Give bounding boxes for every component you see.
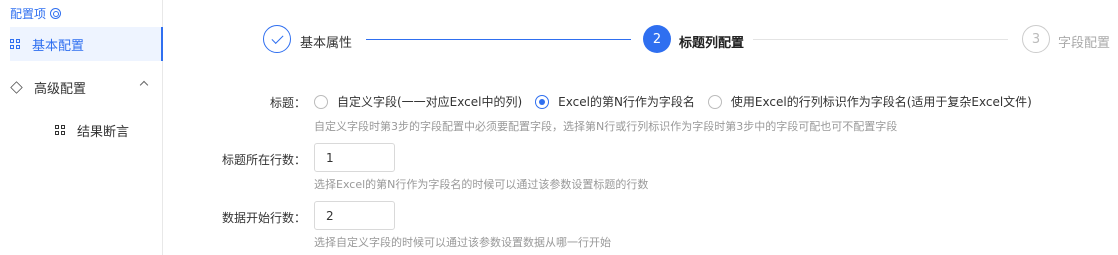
radio-label[interactable]: Excel的第N行作为字段名 — [558, 93, 695, 110]
sidebar-item-label: 基本配置 — [32, 38, 85, 54]
title-label: 标题： — [269, 96, 306, 110]
step-3-label[interactable]: 字段配置 — [1058, 32, 1110, 51]
data-start-label: 数据开始行数： — [221, 211, 306, 225]
radio-button[interactable] — [314, 94, 328, 109]
radio-label[interactable]: 自定义字段(一一对应Excel中的列) — [337, 93, 522, 110]
step-3-circle[interactable]: 3 — [1022, 25, 1050, 53]
step-2-number: 2 — [652, 31, 662, 47]
step-2-circle[interactable]: 2 — [643, 25, 671, 53]
step-1-label[interactable]: 基本属性 — [300, 32, 352, 51]
sidebar: 配置项 基本配置 高级配置 结果断言 — [0, 0, 163, 255]
title-row-hint: 选择Excel的第N行作为字段名的时候可以通过该参数设置标题的行数 — [314, 178, 649, 191]
sidebar-item-basic-config[interactable]: 基本配置 — [10, 27, 163, 61]
data-start-value: 2 — [326, 208, 334, 223]
step-connector-done — [366, 39, 631, 40]
title-mode-radio-group: 自定义字段(一一对应Excel中的列) Excel的第N行作为字段名 使用Exc… — [314, 93, 1045, 110]
config-page: 配置项 基本配置 高级配置 结果断言 基本属性 2 标题列配置 3 字段配置 标… — [0, 0, 1118, 255]
step-3-number: 3 — [1031, 31, 1041, 47]
data-start-hint: 选择自定义字段的时候可以通过该参数设置数据从哪一行开始 — [314, 236, 611, 249]
radio-option-row-column[interactable]: 使用Excel的行列标识作为字段名(适用于复杂Excel文件) — [707, 93, 1032, 110]
title-row-value: 1 — [326, 150, 334, 165]
cube-icon — [10, 80, 23, 94]
settings-icon[interactable] — [50, 8, 62, 19]
check-icon — [270, 31, 284, 44]
sidebar-item-label: 高级配置 — [34, 81, 87, 97]
radio-button[interactable] — [707, 94, 722, 109]
sidebar-item-advanced-config[interactable]: 高级配置 — [10, 70, 163, 104]
grid-icon — [10, 38, 21, 50]
radio-option-custom[interactable]: 自定义字段(一一对应Excel中的列) — [314, 93, 522, 110]
title-row-input[interactable]: 1 — [314, 143, 395, 172]
step-connector-wait — [753, 39, 1008, 40]
sidebar-item-result-assert[interactable]: 结果断言 — [55, 113, 163, 147]
sidebar-title: 配置项 — [10, 5, 62, 22]
sidebar-title-label: 配置项 — [10, 7, 47, 21]
radio-label[interactable]: 使用Excel的行列标识作为字段名(适用于复杂Excel文件) — [731, 93, 1032, 110]
data-start-input[interactable]: 2 — [314, 201, 395, 230]
title-row-label: 标题所在行数： — [221, 153, 306, 167]
step-1-circle[interactable] — [263, 25, 291, 53]
title-hint: 自定义字段时第3步的字段配置中必须要配置字段，选择第N行或行列标识作为字段时第3… — [314, 120, 898, 133]
chevron-up-icon[interactable] — [139, 80, 149, 90]
radio-button-selected[interactable] — [535, 94, 550, 109]
grid-icon — [55, 124, 66, 136]
radio-option-nth-row[interactable]: Excel的第N行作为字段名 — [535, 93, 695, 110]
sidebar-item-label: 结果断言 — [77, 124, 130, 140]
step-2-label[interactable]: 标题列配置 — [679, 32, 744, 51]
